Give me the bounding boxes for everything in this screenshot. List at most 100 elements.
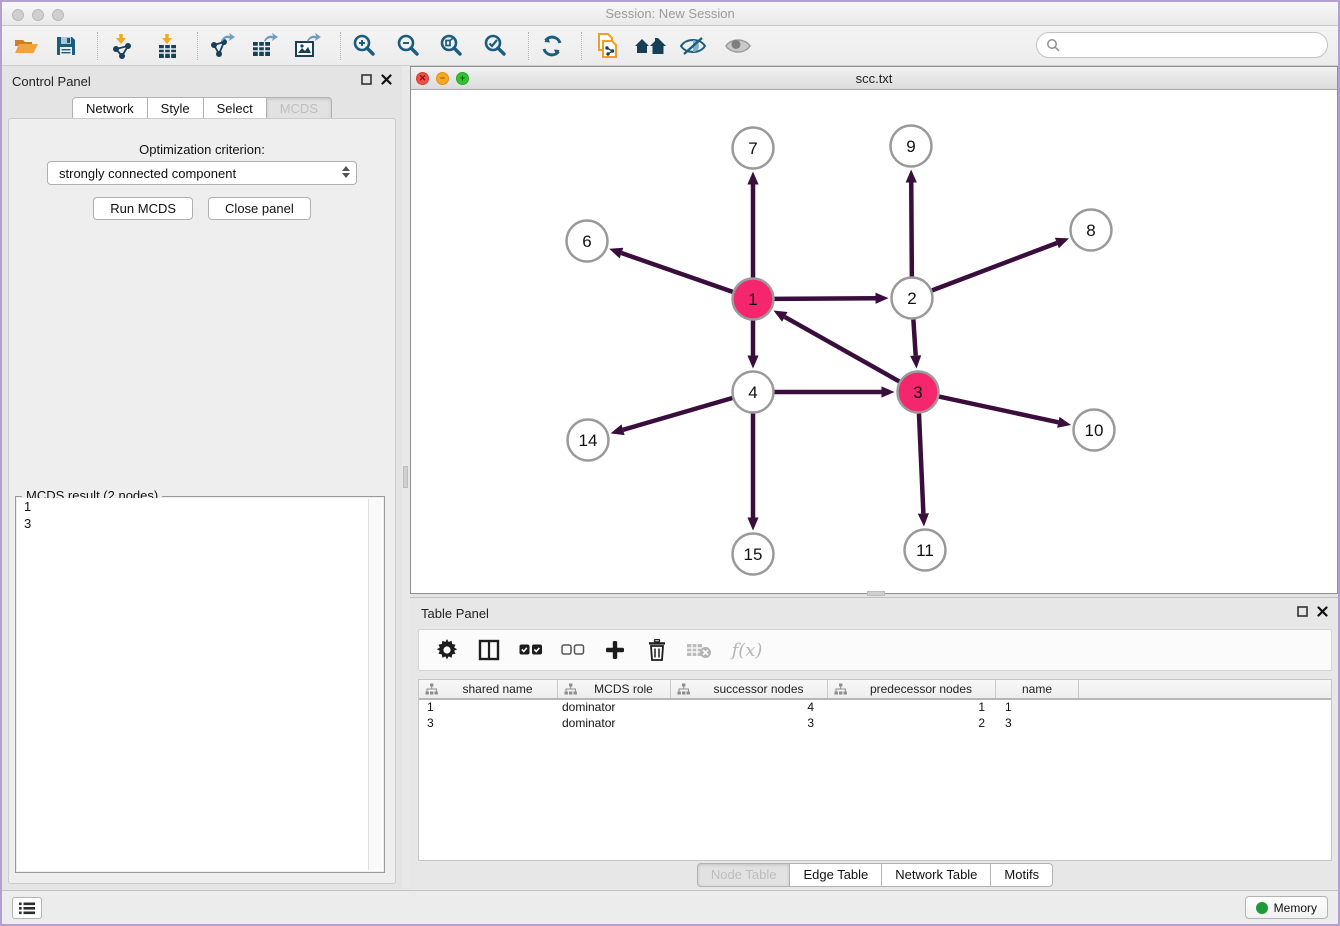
- close-panel-icon[interactable]: [381, 74, 392, 85]
- table-row[interactable]: 3 dominator 3 2 3: [419, 716, 1331, 732]
- graph-edge[interactable]: [913, 319, 915, 355]
- show-all-button[interactable]: [720, 29, 756, 63]
- graph-node-label: 2: [907, 289, 916, 308]
- graph-edge[interactable]: [911, 182, 912, 276]
- title-bar: Session: New Session: [2, 2, 1338, 26]
- graph-edge[interactable]: [774, 298, 875, 299]
- column-type-icon: [677, 683, 690, 695]
- node-table[interactable]: shared name MCDS role successor nodes: [418, 679, 1332, 861]
- graph-node-label: 10: [1085, 421, 1104, 440]
- tab-node-table[interactable]: Node Table: [697, 863, 791, 887]
- eye-slash-icon: [679, 35, 707, 57]
- zoom-out-button[interactable]: [390, 29, 426, 63]
- network-graph: 7968124314101511: [411, 90, 1337, 593]
- export-table-button[interactable]: [246, 29, 282, 63]
- export-network-button[interactable]: [203, 29, 239, 63]
- graph-node-label: 14: [579, 431, 598, 450]
- import-network-button[interactable]: [103, 29, 139, 63]
- toolbar-separator: [97, 32, 98, 60]
- save-session-button[interactable]: [48, 29, 84, 63]
- network-window-titlebar[interactable]: ✕ − + scc.txt: [411, 67, 1337, 90]
- tab-edge-table[interactable]: Edge Table: [790, 863, 882, 887]
- graph-edge[interactable]: [919, 413, 923, 513]
- home-layout-button[interactable]: [632, 29, 668, 63]
- zoom-fit-button[interactable]: [433, 29, 469, 63]
- gear-icon: [436, 639, 458, 661]
- table-options-button[interactable]: [433, 636, 461, 664]
- splitter-handle[interactable]: [403, 466, 408, 488]
- float-panel-icon[interactable]: [361, 74, 372, 85]
- column-header-mcds-role[interactable]: MCDS role: [558, 680, 671, 698]
- import-table-button[interactable]: [149, 29, 185, 63]
- list-icon: [19, 902, 35, 915]
- hide-selected-button[interactable]: [675, 29, 711, 63]
- graph-edge-arrowhead: [875, 293, 888, 304]
- select-all-button[interactable]: [517, 636, 545, 664]
- table-row[interactable]: 1 dominator 4 1 1: [419, 700, 1331, 716]
- table-panel: Table Panel: [410, 597, 1340, 892]
- mcds-result-item[interactable]: 3: [17, 515, 383, 532]
- memory-button[interactable]: Memory: [1245, 896, 1328, 919]
- show-columns-button[interactable]: [475, 636, 503, 664]
- task-history-button[interactable]: [12, 897, 42, 919]
- result-scrollbar[interactable]: [368, 499, 382, 870]
- apply-function-button[interactable]: f(x): [727, 636, 767, 664]
- open-session-button[interactable]: [8, 29, 44, 63]
- columns-icon: [478, 639, 500, 661]
- import-table-icon: [154, 33, 180, 59]
- control-panel: Control Panel Network Style Select MCDS …: [2, 66, 402, 888]
- view-resize-handle[interactable]: [867, 591, 885, 596]
- tab-motifs[interactable]: Motifs: [991, 863, 1053, 887]
- trash-icon: [647, 639, 667, 661]
- close-panel-icon[interactable]: [1317, 606, 1328, 617]
- open-folder-icon: [13, 34, 39, 58]
- delete-table-button[interactable]: [685, 636, 713, 664]
- delete-row-button[interactable]: [643, 636, 671, 664]
- mcds-result-item[interactable]: 1: [17, 498, 383, 515]
- zoom-in-button[interactable]: [346, 29, 382, 63]
- column-header-successor-nodes[interactable]: successor nodes: [671, 680, 828, 698]
- graph-edge[interactable]: [623, 398, 732, 430]
- refresh-button[interactable]: [534, 29, 570, 63]
- toolbar-separator: [340, 32, 341, 60]
- window-title: Session: New Session: [2, 6, 1338, 21]
- tab-network-table[interactable]: Network Table: [882, 863, 991, 887]
- column-header-shared-name[interactable]: shared name: [419, 680, 558, 698]
- network-view-window: ✕ − + scc.txt 7968124314101511: [410, 66, 1338, 594]
- export-image-icon: [293, 33, 321, 59]
- mcds-result-list[interactable]: 1 3: [17, 498, 383, 871]
- deselect-all-button[interactable]: [559, 636, 587, 664]
- run-mcds-button[interactable]: Run MCDS: [93, 197, 193, 220]
- zoom-out-icon: [395, 33, 421, 59]
- graph-edge[interactable]: [621, 253, 732, 292]
- optimization-criterion-label: Optimization criterion:: [9, 142, 395, 157]
- home-icon: [634, 34, 666, 58]
- float-panel-icon[interactable]: [1297, 606, 1308, 617]
- graph-edge-arrowhead: [747, 518, 758, 531]
- import-network-icon: [108, 33, 134, 59]
- column-header-predecessor-nodes[interactable]: predecessor nodes: [828, 680, 996, 698]
- search-box[interactable]: [1036, 32, 1328, 58]
- graph-edge-arrowhead: [910, 355, 921, 368]
- graph-edge[interactable]: [939, 397, 1058, 423]
- optimization-criterion-select[interactable]: strongly connected component: [47, 161, 357, 185]
- graph-edge[interactable]: [785, 317, 899, 382]
- export-network-icon: [207, 33, 235, 59]
- column-header-name[interactable]: name: [996, 680, 1079, 698]
- add-row-button[interactable]: [601, 636, 629, 664]
- fx-icon: f(x): [732, 640, 763, 661]
- network-canvas[interactable]: 7968124314101511: [411, 90, 1337, 593]
- zoom-selected-icon: [482, 33, 508, 59]
- close-panel-button[interactable]: Close panel: [208, 197, 311, 220]
- save-icon: [54, 34, 78, 58]
- search-input[interactable]: [1065, 38, 1327, 53]
- duplicate-network-button[interactable]: [589, 29, 625, 63]
- panel-splitter[interactable]: [402, 66, 410, 888]
- graph-edge-arrowhead: [609, 248, 623, 259]
- control-panel-title: Control Panel: [12, 74, 91, 89]
- status-bar: Memory: [2, 890, 1338, 924]
- export-image-button[interactable]: [289, 29, 325, 63]
- graph-edge[interactable]: [932, 243, 1057, 290]
- zoom-selected-button[interactable]: [477, 29, 513, 63]
- graph-edge-arrowhead: [906, 169, 917, 182]
